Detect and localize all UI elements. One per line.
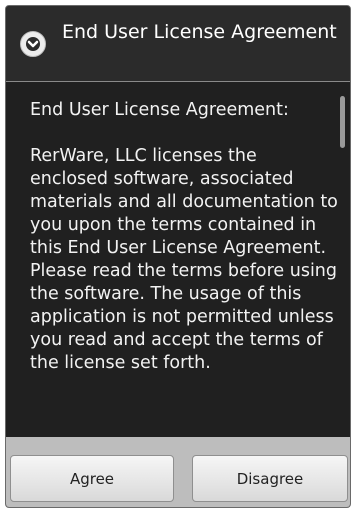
dialog-title-bar: End User License Agreement	[6, 6, 350, 82]
license-heading: End User License Agreement:	[30, 100, 289, 120]
button-bar: Agree Disagree	[6, 437, 350, 507]
agree-button[interactable]: Agree	[10, 455, 174, 502]
license-content[interactable]: End User License Agreement: RerWare, LLC…	[6, 82, 350, 437]
content-fade	[6, 403, 350, 437]
info-chevron-icon	[20, 31, 46, 57]
license-dialog: End User License Agreement End User Lice…	[5, 5, 351, 508]
license-text-container: End User License Agreement: RerWare, LLC…	[30, 99, 338, 375]
scrollbar-thumb[interactable]	[340, 96, 345, 148]
dialog-title: End User License Agreement	[62, 21, 337, 43]
disagree-button[interactable]: Disagree	[192, 455, 348, 502]
license-body: RerWare, LLC licenses the enclosed softw…	[30, 146, 338, 373]
